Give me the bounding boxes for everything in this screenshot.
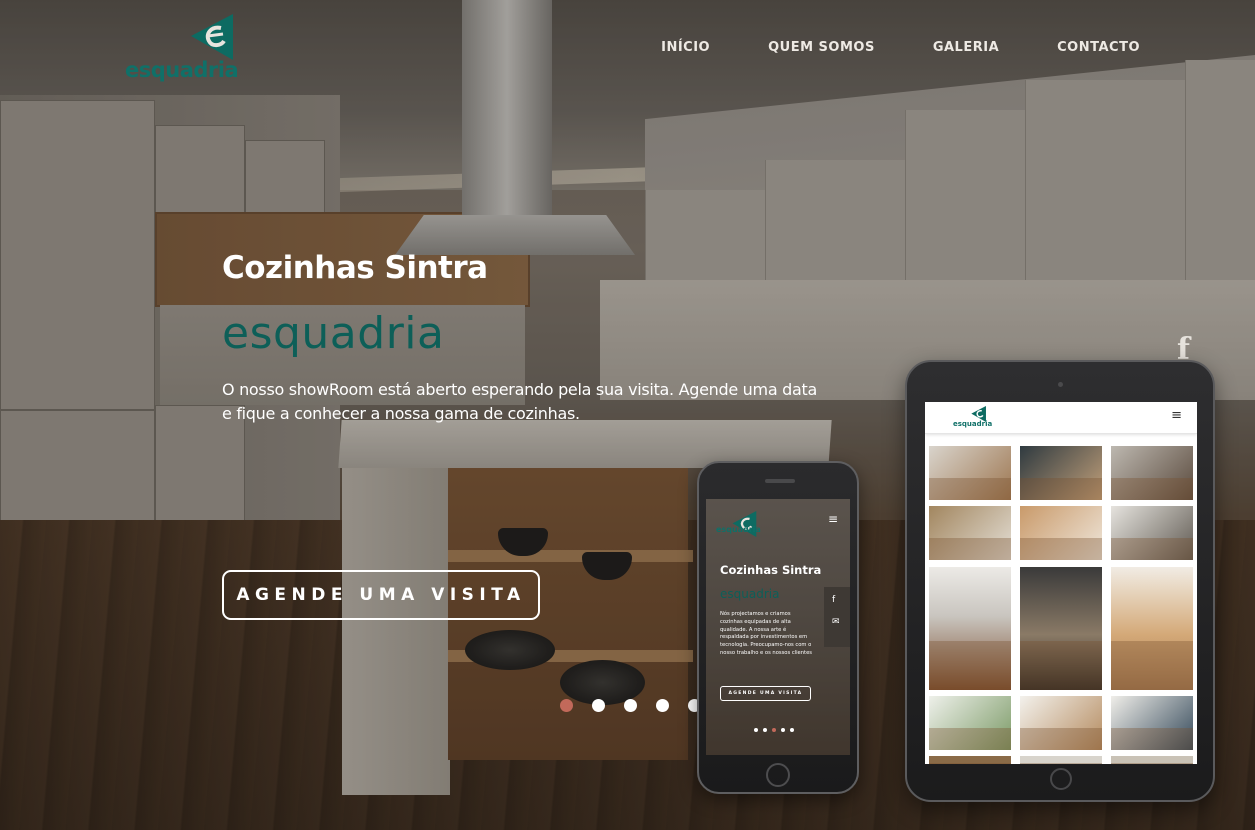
nav-item-inicio[interactable]: INÍCIO [661, 40, 710, 55]
tablet-home-button [1050, 768, 1072, 790]
phone-slider-dots [754, 728, 799, 732]
facebook-icon: f [832, 595, 836, 605]
gallery-thumb [1111, 756, 1193, 764]
slider-dot[interactable] [592, 699, 605, 712]
tablet-camera [1058, 382, 1063, 387]
hero-description: O nosso showRoom está aberto esperando p… [222, 380, 817, 423]
gallery-thumb [929, 567, 1011, 690]
gallery-thumb [929, 696, 1011, 750]
phone-mockup: esquadria ≡ Cozinhas Sintra esquadria Nó… [697, 461, 859, 794]
phone-title: Cozinhas Sintra [720, 563, 822, 577]
nav-item-quem-somos[interactable]: QUEM SOMOS [768, 40, 875, 55]
schedule-visit-button[interactable]: AGENDE UMA VISITA [222, 570, 540, 620]
tablet-logo-text: esquadria [953, 420, 993, 428]
phone-screen: esquadria ≡ Cozinhas Sintra esquadria Nó… [706, 499, 850, 755]
site-logo[interactable]: esquadria [125, 14, 239, 82]
tablet-header: esquadria ≡ [925, 402, 1197, 434]
gallery-thumb [1020, 696, 1102, 750]
gallery-thumb [929, 756, 1011, 764]
phone-brand: esquadria [720, 587, 780, 601]
slider-dot [763, 728, 767, 732]
logo-mark-icon [191, 14, 233, 60]
tablet-mockup: esquadria ≡ [905, 360, 1215, 802]
mail-icon: ✉ [832, 617, 840, 627]
main-nav: INÍCIO QUEM SOMOS GALERIA CONTACTO [661, 40, 1140, 55]
gallery-thumb [1020, 506, 1102, 560]
phone-home-button [766, 763, 790, 787]
nav-item-galeria[interactable]: GALERIA [933, 40, 999, 55]
logo-text: esquadria [125, 58, 239, 82]
phone-speaker [765, 479, 795, 483]
hero-title: Cozinhas Sintra [222, 250, 488, 286]
slider-dot[interactable] [656, 699, 669, 712]
slider-dot[interactable] [560, 699, 573, 712]
phone-schedule-button: AGENDE UMA VISITA [720, 686, 811, 701]
phone-logo-text: esquadria [716, 525, 761, 534]
gallery-thumb [1020, 567, 1102, 690]
gallery-thumb [1111, 446, 1193, 500]
gallery-thumb [929, 446, 1011, 500]
menu-icon[interactable]: ≡ [828, 512, 838, 526]
slider-dot [772, 728, 776, 732]
phone-social-bar: f ✉ [824, 587, 850, 647]
slider-dot [790, 728, 794, 732]
slider-dot [781, 728, 785, 732]
nav-item-contacto[interactable]: CONTACTO [1057, 40, 1140, 55]
gallery-thumb [1020, 756, 1102, 764]
gallery-thumb [929, 506, 1011, 560]
gallery-thumb [1111, 696, 1193, 750]
slider-dot[interactable] [624, 699, 637, 712]
gallery-thumb [1111, 567, 1193, 690]
gallery-thumb [1111, 506, 1193, 560]
slider-dot [754, 728, 758, 732]
hero-brand: esquadria [222, 308, 445, 359]
tablet-screen: esquadria ≡ [925, 402, 1197, 764]
phone-description: Nós projectamos e criamos cozinhas equip… [720, 611, 812, 656]
gallery-thumb [1020, 446, 1102, 500]
menu-icon: ≡ [1171, 408, 1182, 423]
slider-dots [560, 699, 720, 712]
